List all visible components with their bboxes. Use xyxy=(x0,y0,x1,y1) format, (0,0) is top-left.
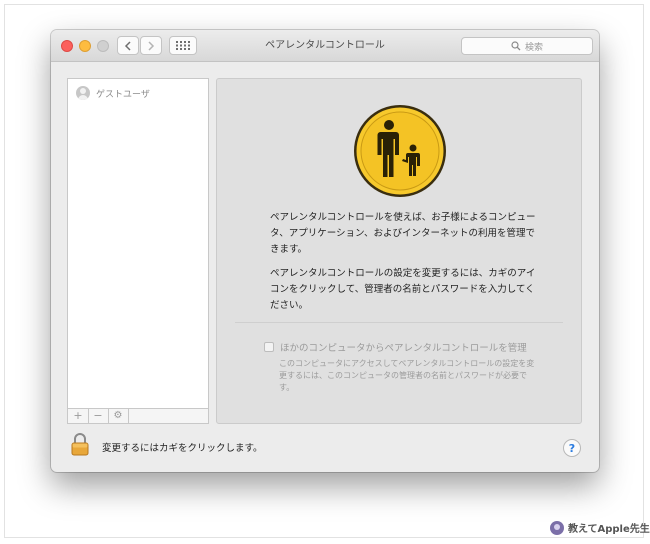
checkbox[interactable] xyxy=(264,342,274,352)
lock-instruction-text: ペアレンタルコントロールの設定を変更するには、カギのアイコンをクリックして、管理… xyxy=(270,268,536,311)
content-pane: ペアレンタルコントロールを使えば、お子様によるコンピュータ、アプリケーション、お… xyxy=(216,78,582,424)
close-icon[interactable] xyxy=(61,40,73,52)
remote-management-label: ほかのコンピュータからペアレンタルコントロールを管理 xyxy=(280,343,527,354)
zoom-icon[interactable] xyxy=(97,40,109,52)
remote-management-description: このコンピュータにアクセスしてペアレンタルコントロールの設定を変更するには、この… xyxy=(279,359,535,392)
grid-icon xyxy=(176,41,190,50)
user-list-toolbar: + − ⚙ xyxy=(67,408,209,424)
user-name: ゲストユーザ xyxy=(96,89,150,100)
divider xyxy=(235,322,563,323)
user-list: ゲストユーザ xyxy=(67,78,209,424)
title-bar: ペアレンタルコントロール 検索 xyxy=(51,30,599,62)
minus-icon[interactable]: − xyxy=(88,409,109,423)
lock-status-text: 変更するにはカギをクリックします。 xyxy=(102,443,263,454)
preferences-window: ペアレンタルコントロール 検索 ゲストユーザ + − ⚙ ペアレンタルコントロー… xyxy=(51,30,599,472)
parental-controls-icon xyxy=(354,105,446,197)
search-field[interactable]: 検索 xyxy=(461,37,593,55)
chevron-right-icon xyxy=(148,40,155,51)
search-placeholder: 検索 xyxy=(524,42,543,53)
forward-button[interactable] xyxy=(140,36,162,55)
description-text: ペアレンタルコントロールを使えば、お子様によるコンピュータ、アプリケーション、お… xyxy=(270,212,536,255)
back-button[interactable] xyxy=(117,36,139,55)
watermark: 教えてApple先生 xyxy=(550,520,650,535)
remote-management-checkbox[interactable]: ほかのコンピュータからペアレンタルコントロールを管理 xyxy=(264,340,527,354)
plus-icon[interactable]: + xyxy=(68,409,89,423)
user-list-item-guest[interactable]: ゲストユーザ xyxy=(76,85,150,101)
lock-icon[interactable] xyxy=(71,432,89,456)
watermark-text: 教えてApple先生 xyxy=(568,524,650,535)
minimize-icon[interactable] xyxy=(79,40,91,52)
gear-icon[interactable]: ⚙ xyxy=(108,409,129,423)
chevron-left-icon xyxy=(124,40,131,51)
search-icon xyxy=(511,41,521,51)
watermark-logo xyxy=(550,520,564,535)
show-all-button[interactable] xyxy=(169,36,197,55)
help-icon[interactable]: ? xyxy=(563,439,581,457)
user-avatar-icon xyxy=(76,86,90,100)
